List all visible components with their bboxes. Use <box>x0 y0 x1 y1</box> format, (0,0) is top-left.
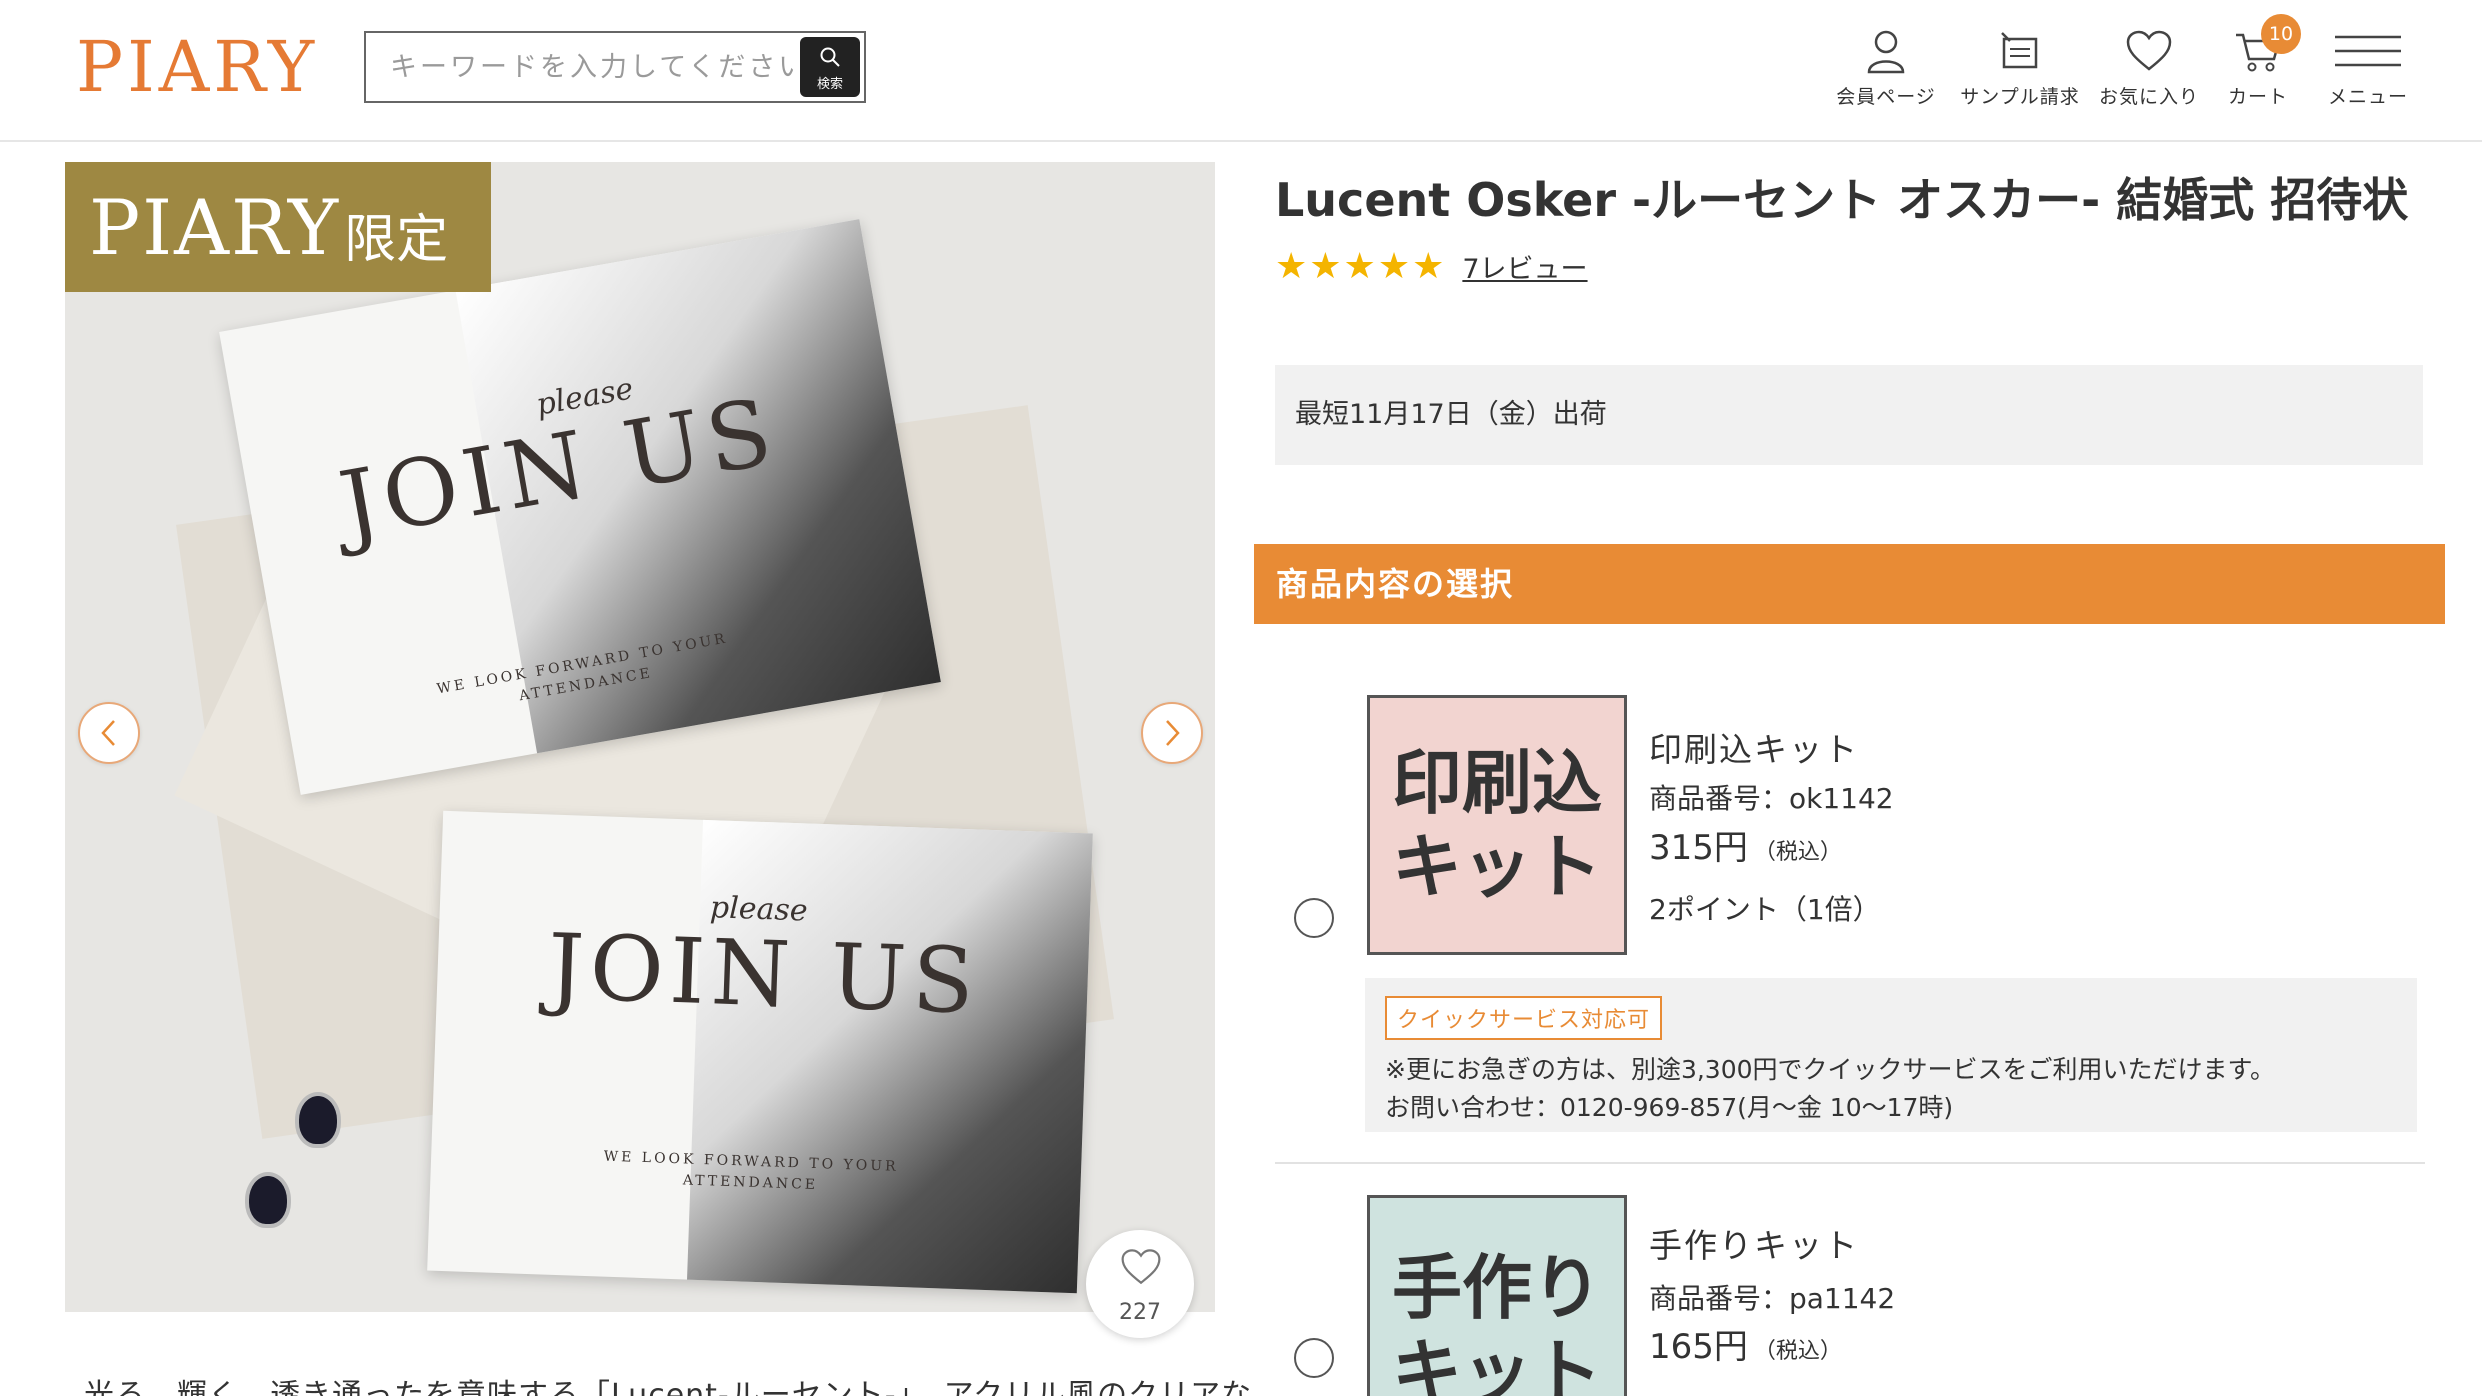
nav-cart[interactable]: 10 カート <box>2218 14 2301 109</box>
option-print-kit-points: 2ポイント（1倍） <box>1649 893 1881 926</box>
option-print-kit-tax: （税込） <box>1753 840 1842 865</box>
option-print-kit[interactable]: 印刷込 キット 印刷込キット 商品番号：ok1142 315円 （税込） 2ポイン… <box>1275 695 2425 965</box>
nav-member-page-label: 会員ページ <box>1836 86 1936 108</box>
limited-badge-brand: PIARY <box>89 182 341 272</box>
option-handmade-kit-price: 165円 （税込） <box>1649 1319 1842 1368</box>
shipping-info: 最短11月17日（金）出荷 <box>1275 365 2423 465</box>
option-print-kit-thumbnail: 印刷込 キット <box>1367 695 1627 955</box>
option-print-kit-thumb-line1: 印刷込 <box>1392 741 1602 824</box>
quick-service-contact: お問い合わせ：0120-969-857(月〜金 10〜17時) <box>1385 1093 1954 1122</box>
limited-badge-suffix: 限定 <box>344 209 449 270</box>
user-icon <box>1867 30 1905 74</box>
chevron-right-icon <box>1166 720 1180 746</box>
search-box: 検索 <box>364 31 866 103</box>
option-handmade-kit-thumb-line2: キット <box>1392 1330 1602 1396</box>
option-handmade-kit-radio[interactable] <box>1294 1338 1334 1378</box>
search-button[interactable]: 検索 <box>800 37 860 97</box>
nav-menu-label: メニュー <box>2327 86 2408 108</box>
heart-icon <box>2126 30 2172 71</box>
card-bottom-title: JOIN US <box>546 914 982 1035</box>
nav-favorites-label: お気に入り <box>2098 86 2199 108</box>
product-title: Lucent Osker -ルーセント オスカー- 結婚式 招待状 <box>1275 173 2409 227</box>
cart-count-badge: 10 <box>2261 14 2301 54</box>
earring-graphic <box>245 1172 291 1228</box>
piary-limited-badge: PIARY 限定 <box>65 162 491 292</box>
nav-cart-label: カート <box>2227 86 2288 108</box>
quick-service-box: クイックサービス対応可 ※更にお急ぎの方は、別途3,300円でクイックサービスを… <box>1365 978 2417 1132</box>
gallery-prev-button[interactable] <box>78 702 140 764</box>
option-handmade-kit[interactable]: 手作り キット 手作りキット 商品番号：pa1142 165円 （税込） <box>1275 1195 2425 1396</box>
option-handmade-kit-tax: （税込） <box>1753 1339 1842 1364</box>
option-handmade-kit-code: 商品番号：pa1142 <box>1649 1282 1896 1315</box>
sample-icon <box>2001 32 2038 69</box>
heart-outline-icon <box>1121 1249 1161 1285</box>
nav-menu[interactable]: メニュー <box>2318 22 2418 109</box>
rating-stars: ★★★★★ <box>1275 246 1447 287</box>
option-print-kit-price: 315円 （税込） <box>1649 820 1842 869</box>
option-print-kit-name: 印刷込キット <box>1649 730 1859 769</box>
nav-sample-request[interactable]: サンプル請求 <box>1952 22 2088 109</box>
option-divider <box>1275 1162 2425 1164</box>
option-print-kit-radio[interactable] <box>1294 898 1334 938</box>
earring-graphic <box>295 1092 341 1148</box>
hamburger-icon <box>2335 35 2401 67</box>
option-print-kit-thumb-line2: キット <box>1392 825 1602 908</box>
option-handmade-kit-thumbnail: 手作り キット <box>1367 1195 1627 1396</box>
search-input[interactable] <box>366 33 796 101</box>
nav-member-page[interactable]: 会員ページ <box>1826 22 1946 109</box>
favorite-button[interactable]: 227 <box>1086 1230 1194 1338</box>
option-handmade-kit-name: 手作りキット <box>1649 1226 1859 1265</box>
option-handmade-kit-thumb-line1: 手作り <box>1392 1246 1602 1329</box>
favorite-count: 227 <box>1119 1300 1161 1325</box>
reviews-link[interactable]: 7レビュー <box>1462 247 1587 286</box>
site-header: PIARY 検索 会員ページ サンプル請求 お気に入り 10 カート メニュー <box>0 0 2482 142</box>
site-logo[interactable]: PIARY <box>76 26 318 108</box>
product-description: 光る、輝く、透き通ったを意味する「Lucent-ルーセント-」。アクリル風のクリ… <box>84 1378 1253 1396</box>
gallery-next-button[interactable] <box>1141 702 1203 764</box>
product-image: please JOIN US WE LOOK FORWARD TO YOUR A… <box>65 162 1215 1312</box>
search-button-label: 検索 <box>816 77 843 92</box>
option-handmade-kit-price-value: 165円 <box>1649 1327 1748 1367</box>
quick-service-badge: クイックサービス対応可 <box>1385 996 1663 1040</box>
option-section-header: 商品内容の選択 <box>1254 544 2445 624</box>
invitation-card-bottom: please JOIN US WE LOOK FORWARD TO YOUR A… <box>427 810 1093 1294</box>
option-print-kit-code: 商品番号：ok1142 <box>1649 782 1894 815</box>
chevron-left-icon <box>101 720 115 746</box>
search-icon <box>820 47 840 67</box>
nav-favorites[interactable]: お気に入り <box>2094 22 2204 109</box>
nav-sample-request-label: サンプル請求 <box>1960 86 2080 108</box>
product-rating: ★★★★★ 7レビュー <box>1275 246 1588 287</box>
quick-service-note: ※更にお急ぎの方は、別途3,300円でクイックサービスをご利用いただけます。 <box>1385 1055 2276 1084</box>
option-print-kit-price-value: 315円 <box>1649 828 1748 868</box>
